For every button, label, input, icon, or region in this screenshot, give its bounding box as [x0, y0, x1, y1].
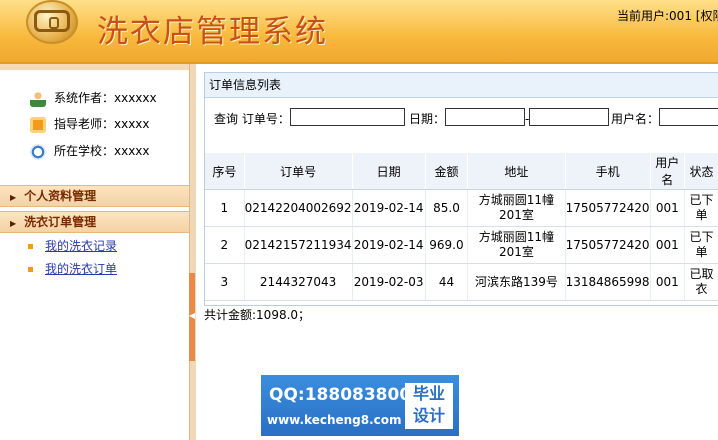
- cell-status: 已下单: [684, 226, 718, 264]
- cell-username: 001: [650, 189, 686, 227]
- sidebar-section-orders[interactable]: ▶ 洗衣订单管理: [0, 211, 189, 233]
- cell-index: 2: [205, 226, 245, 264]
- cell-phone: 13184865998: [565, 263, 651, 301]
- caret-right-icon: ▶: [10, 193, 17, 202]
- sidebar-school: 所在学校：xxxxx: [30, 142, 150, 160]
- date-label: 日期：: [409, 112, 446, 126]
- bullet-icon: [28, 244, 33, 249]
- order-table: 序号 订单号 日期 金额 地址 手机 用户名 状态 1 021422040026…: [205, 153, 718, 301]
- bullet-icon: [28, 267, 33, 272]
- cell-index: 1: [205, 189, 245, 227]
- username-label: 用户名：: [611, 112, 660, 126]
- date-start-input[interactable]: [445, 108, 525, 126]
- sidebar-author: 系统作者：xxxxxx: [30, 89, 157, 107]
- sidebar: 系统作者：xxxxxx 指导老师：xxxxx 所在学校：xxxxx ▶ 个人资料管…: [0, 64, 189, 440]
- cell-username: 001: [650, 226, 686, 264]
- cell-order-number: 02142204002692: [244, 189, 353, 227]
- column-header: 状态: [684, 153, 718, 190]
- cell-date: 2019-02-14: [352, 226, 426, 264]
- column-header: 用户名: [650, 153, 686, 190]
- order-number-label: 查询 订单号：: [214, 112, 290, 126]
- cell-address: 方城丽圆11幢201室: [467, 226, 566, 264]
- cell-address: 方城丽圆11幢201室: [467, 189, 566, 227]
- panel-title: 订单信息列表: [205, 73, 718, 98]
- sidebar-collapse-handle[interactable]: ◀: [189, 273, 195, 361]
- app-header: 洗衣店管理系统 当前用户:001 [权限: [0, 0, 718, 64]
- search-bar: 查询 订单号： 日期： - 用户名：: [205, 98, 718, 146]
- table-row: 3 2144327043 2019-02-03 44 河滨东路139号 1318…: [205, 263, 718, 301]
- column-header: 地址: [467, 153, 566, 190]
- column-header: 序号: [205, 153, 245, 190]
- cell-order-number: 2144327043: [244, 263, 353, 301]
- teacher-icon: [30, 116, 46, 133]
- cell-username: 001: [650, 263, 686, 301]
- sidebar-divider: [189, 64, 196, 440]
- cell-amount: 969.0: [425, 226, 469, 264]
- sidebar-teacher: 指导老师：xxxxx: [30, 115, 150, 133]
- cell-amount: 85.0: [425, 189, 469, 227]
- cell-date: 2019-02-14: [352, 189, 426, 227]
- table-header-row: 序号 订单号 日期 金额 地址 手机 用户名 状态: [205, 153, 718, 190]
- cell-phone: 17505772420: [565, 226, 651, 264]
- cell-index: 3: [205, 263, 245, 301]
- caret-left-icon: ◀: [189, 311, 196, 320]
- table-row: 1 02142204002692 2019-02-14 85.0 方城丽圆11幢…: [205, 189, 718, 227]
- watermark-badge: 毕业 设计: [405, 383, 453, 429]
- cell-status: 已下单: [684, 189, 718, 227]
- column-header: 订单号: [244, 153, 353, 190]
- username-input[interactable]: [659, 108, 718, 126]
- sidebar-section-profile[interactable]: ▶ 个人资料管理: [0, 185, 189, 207]
- cell-phone: 17505772420: [565, 189, 651, 227]
- watermark-qq: QQ:188083800: [269, 385, 412, 405]
- app-title: 洗衣店管理系统: [97, 14, 328, 50]
- order-table-wrap: 序号 订单号 日期 金额 地址 手机 用户名 状态 1 021422040026…: [205, 153, 718, 301]
- cell-address: 河滨东路139号: [467, 263, 566, 301]
- watermark-url: www.kecheng8.com: [267, 413, 402, 427]
- column-header: 手机: [565, 153, 651, 190]
- order-number-input[interactable]: [290, 108, 405, 126]
- cell-order-number: 02142157211934: [244, 226, 353, 264]
- order-list-panel: 订单信息列表 查询 订单号： 日期： - 用户名： 序号 订单号 日期 金额 地…: [204, 72, 718, 306]
- sidebar-link-laundry-orders[interactable]: 我的洗衣订单: [28, 260, 117, 277]
- date-end-input[interactable]: [529, 108, 609, 126]
- cell-amount: 44: [425, 263, 469, 301]
- author-icon: [30, 90, 46, 107]
- caret-right-icon: ▶: [10, 219, 17, 228]
- column-header: 金额: [425, 153, 469, 190]
- watermark-banner: QQ:188083800 www.kecheng8.com 毕业 设计: [261, 375, 459, 436]
- logo-icon: [26, 0, 78, 44]
- school-icon: [30, 143, 46, 160]
- current-user-label: 当前用户:001 [权限: [617, 9, 718, 23]
- cell-status: 已取衣: [684, 263, 718, 301]
- column-header: 日期: [352, 153, 426, 190]
- cell-date: 2019-02-03: [352, 263, 426, 301]
- sidebar-link-laundry-records[interactable]: 我的洗衣记录: [28, 237, 117, 254]
- total-amount: 共计金额:1098.0；: [204, 308, 311, 322]
- table-row: 2 02142157211934 2019-02-14 969.0 方城丽圆11…: [205, 226, 718, 264]
